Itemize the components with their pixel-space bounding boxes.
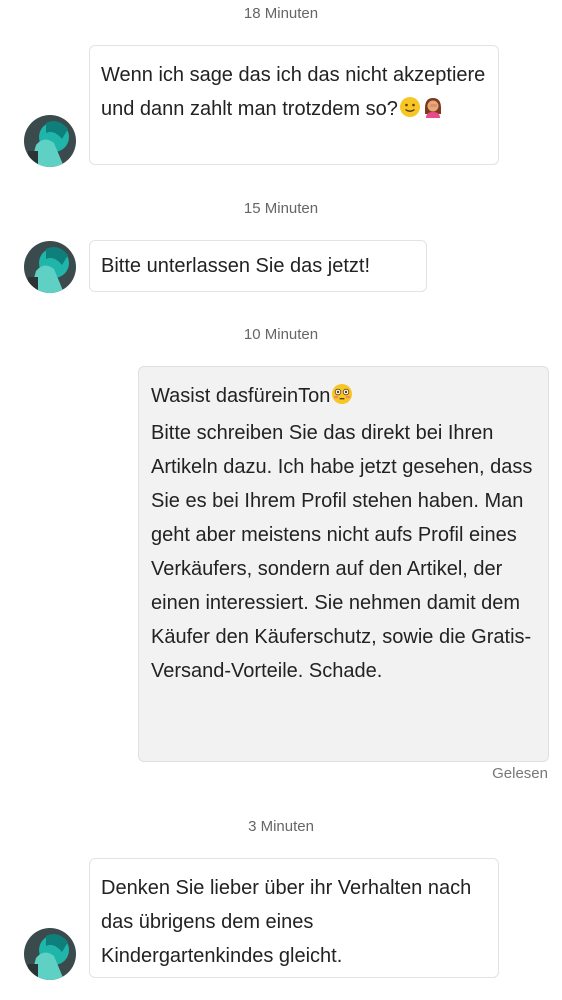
incoming-message-bubble[interactable]: Wenn ich sage das ich das nicht akzeptie… (89, 45, 499, 165)
sender-avatar[interactable] (24, 928, 76, 980)
avatar-icon (24, 241, 76, 293)
read-status: Gelesen (492, 765, 548, 782)
incoming-message-bubble[interactable]: Bitte unterlassen Sie das jetzt! (89, 240, 427, 292)
message-timestamp: 10 Minuten (243, 326, 319, 343)
sender-avatar[interactable] (24, 241, 76, 293)
message-timestamp: 15 Minuten (243, 200, 319, 217)
slightly-smiling-face-icon (399, 95, 421, 129)
message-text: Bitte schreiben Sie das direkt bei Ihren… (151, 422, 533, 682)
message-timestamp: 18 Minuten (243, 5, 319, 22)
incoming-message-bubble[interactable]: Denken Sie lieber über ihr Verhalten nac… (89, 858, 499, 978)
avatar-icon (24, 115, 76, 167)
avatar-icon (24, 928, 76, 980)
message-first-line: Wasist dasfüreinTon (151, 385, 331, 407)
flushed-face-icon (331, 382, 353, 416)
message-text: Bitte unterlassen Sie das jetzt! (101, 255, 371, 277)
message-text: Denken Sie lieber über ihr Verhalten nac… (101, 877, 472, 967)
message-timestamp: 3 Minuten (248, 818, 314, 835)
woman-facepalming-icon (422, 95, 444, 129)
sender-avatar[interactable] (24, 115, 76, 167)
outgoing-message-bubble[interactable]: Wasist dasfüreinTon Bitte schreiben Sie d… (138, 366, 549, 762)
